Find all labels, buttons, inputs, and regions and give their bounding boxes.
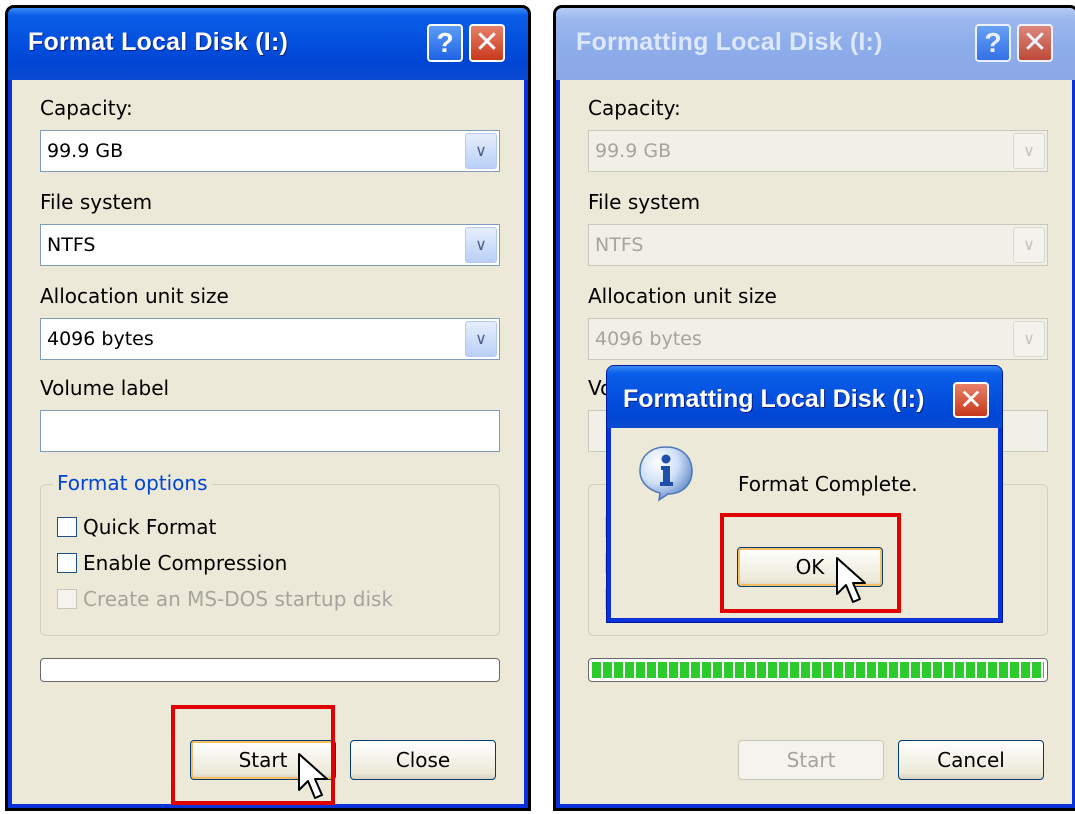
close-button[interactable]: Close (350, 740, 496, 780)
start-button: Start (738, 740, 884, 780)
volume-label-input[interactable] (40, 410, 500, 452)
message-text: Format Complete. (738, 472, 918, 496)
close-window-button[interactable]: ✕ (469, 24, 505, 62)
formatting-dialog-titlebar[interactable]: Formatting Local Disk (I:) ? ✕ (556, 8, 1075, 80)
msdos-startup-label: Create an MS-DOS startup disk (83, 587, 394, 611)
format-progress-bar (588, 658, 1048, 682)
message-titlebar[interactable]: Formatting Local Disk (I:) ✕ (607, 366, 1002, 428)
cancel-button[interactable]: Cancel (898, 740, 1044, 780)
chevron-down-icon: ∨ (1013, 321, 1045, 357)
help-button[interactable]: ? (975, 24, 1011, 62)
close-window-button[interactable]: ✕ (953, 382, 989, 418)
allocation-select[interactable]: 4096 bytes ∨ (40, 318, 500, 360)
capacity-select[interactable]: 99.9 GB ∨ (40, 130, 500, 172)
allocation-select: 4096 bytes ∨ (588, 318, 1048, 360)
msdos-startup-checkbox: Create an MS-DOS startup disk (57, 587, 393, 611)
chevron-down-icon: ∨ (1013, 133, 1045, 169)
chevron-down-icon: ∨ (1013, 227, 1045, 263)
chevron-down-icon[interactable]: ∨ (465, 321, 497, 357)
filesystem-label: File system (588, 190, 701, 214)
quick-format-checkbox[interactable]: Quick Format (57, 515, 216, 539)
enable-compression-checkbox[interactable]: Enable Compression (57, 551, 287, 575)
capacity-value: 99.9 GB (47, 140, 124, 162)
quick-format-label: Quick Format (83, 515, 217, 539)
volume-label: Volume label (40, 376, 170, 400)
info-icon (639, 446, 693, 502)
chevron-down-icon[interactable]: ∨ (465, 133, 497, 169)
enable-compression-label: Enable Compression (83, 551, 288, 575)
format-options-title: Format options (53, 471, 212, 495)
chevron-down-icon[interactable]: ∨ (465, 227, 497, 263)
help-button[interactable]: ? (427, 24, 463, 62)
capacity-select: 99.9 GB ∨ (588, 130, 1048, 172)
cursor-icon (836, 557, 866, 603)
format-options-group: Format options Quick Format Enable Compr… (40, 471, 500, 636)
allocation-value: 4096 bytes (595, 328, 702, 350)
format-dialog-titlebar[interactable]: Format Local Disk (I:) ? ✕ (8, 8, 528, 80)
checkbox-icon[interactable] (57, 517, 77, 537)
allocation-label: Allocation unit size (40, 284, 229, 308)
format-progress-bar (40, 658, 500, 682)
format-dialog-body: Capacity: 99.9 GB ∨ File system NTFS ∨ A… (12, 80, 524, 804)
checkbox-icon[interactable] (57, 553, 77, 573)
filesystem-value: NTFS (47, 234, 96, 256)
allocation-label: Allocation unit size (588, 284, 777, 308)
formatting-dialog-title: Formatting Local Disk (I:) (576, 28, 883, 56)
format-dialog-title: Format Local Disk (I:) (28, 28, 288, 56)
close-window-button[interactable]: ✕ (1017, 24, 1053, 62)
message-title: Formatting Local Disk (I:) (623, 385, 925, 413)
filesystem-label: File system (40, 190, 153, 214)
filesystem-select[interactable]: NTFS ∨ (40, 224, 500, 266)
capacity-label: Capacity: (588, 96, 681, 120)
filesystem-value: NTFS (595, 234, 644, 256)
checkbox-icon (57, 589, 77, 609)
filesystem-select: NTFS ∨ (588, 224, 1048, 266)
allocation-value: 4096 bytes (47, 328, 154, 350)
capacity-label: Capacity: (40, 96, 133, 120)
format-dialog: Format Local Disk (I:) ? ✕ Capacity: 99.… (6, 6, 530, 810)
cursor-icon (298, 753, 328, 799)
capacity-value: 99.9 GB (595, 140, 672, 162)
progress-fill (592, 662, 1044, 678)
